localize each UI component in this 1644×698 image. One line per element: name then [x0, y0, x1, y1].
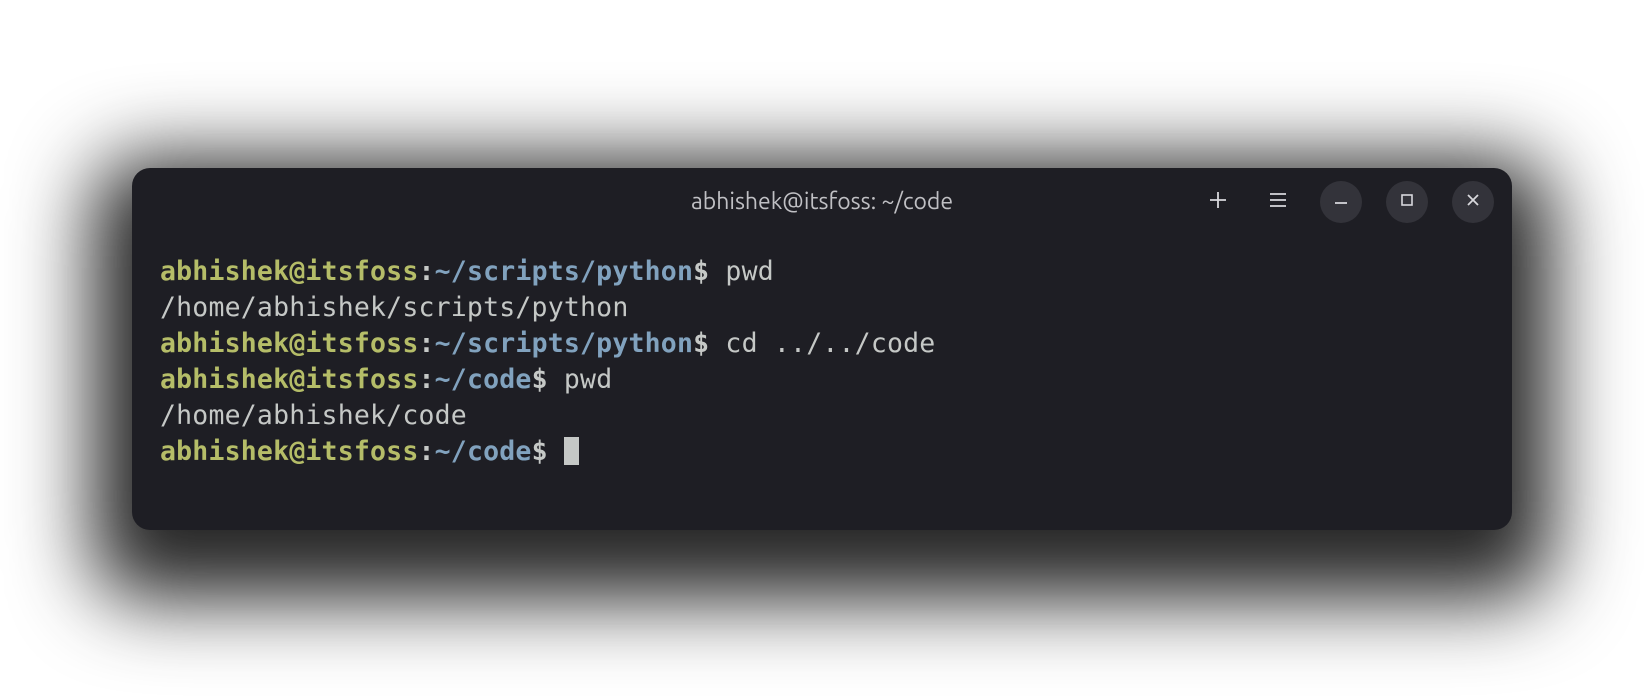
- maximize-button[interactable]: [1386, 181, 1428, 223]
- output-text: /home/abhishek/code: [160, 400, 467, 431]
- command-text: cd ../../code: [709, 328, 935, 359]
- close-icon: [1464, 191, 1482, 213]
- output-text: /home/abhishek/scripts/python: [160, 292, 628, 323]
- prompt-colon: :: [418, 328, 434, 359]
- prompt-path: ~/code: [435, 436, 532, 467]
- titlebar-controls: [1200, 181, 1494, 223]
- prompt-userhost: abhishek@itsfoss: [160, 256, 418, 287]
- minimize-button[interactable]: [1320, 181, 1362, 223]
- prompt-path: ~/scripts/python: [435, 328, 693, 359]
- terminal-window: abhishek@itsfoss: ~/code: [132, 168, 1512, 530]
- window-title: abhishek@itsfoss: ~/code: [691, 189, 953, 214]
- prompt-dollar: $: [532, 364, 548, 395]
- prompt-dollar: $: [532, 436, 548, 467]
- prompt-dollar: $: [693, 328, 709, 359]
- terminal-body[interactable]: abhishek@itsfoss:~/scripts/python$ pwd/h…: [132, 236, 1512, 530]
- prompt-path: ~/scripts/python: [435, 256, 693, 287]
- menu-button[interactable]: [1260, 184, 1296, 220]
- command-text: pwd: [548, 364, 613, 395]
- cursor: [564, 437, 579, 465]
- terminal-line: /home/abhishek/code: [160, 398, 1484, 434]
- plus-icon: [1207, 189, 1229, 215]
- command-text: pwd: [709, 256, 774, 287]
- terminal-line: /home/abhishek/scripts/python: [160, 290, 1484, 326]
- hamburger-icon: [1267, 189, 1289, 215]
- terminal-line: abhishek@itsfoss:~/code$ pwd: [160, 362, 1484, 398]
- terminal-line: abhishek@itsfoss:~/scripts/python$ cd ..…: [160, 326, 1484, 362]
- prompt-userhost: abhishek@itsfoss: [160, 328, 418, 359]
- prompt-path: ~/code: [435, 364, 532, 395]
- prompt-userhost: abhishek@itsfoss: [160, 436, 418, 467]
- maximize-icon: [1398, 191, 1416, 213]
- minimize-icon: [1332, 191, 1350, 213]
- terminal-line: abhishek@itsfoss:~/scripts/python$ pwd: [160, 254, 1484, 290]
- titlebar[interactable]: abhishek@itsfoss: ~/code: [132, 168, 1512, 236]
- prompt-colon: :: [418, 256, 434, 287]
- command-text: [548, 436, 564, 467]
- prompt-userhost: abhishek@itsfoss: [160, 364, 418, 395]
- new-tab-button[interactable]: [1200, 184, 1236, 220]
- prompt-colon: :: [418, 436, 434, 467]
- close-button[interactable]: [1452, 181, 1494, 223]
- terminal-line: abhishek@itsfoss:~/code$: [160, 434, 1484, 470]
- prompt-dollar: $: [693, 256, 709, 287]
- prompt-colon: :: [418, 364, 434, 395]
